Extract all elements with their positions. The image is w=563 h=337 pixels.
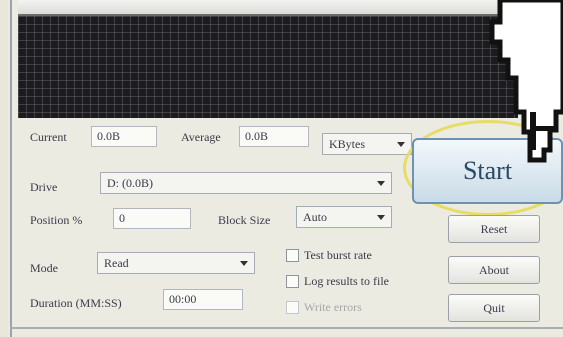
average-label: Average (181, 130, 221, 144)
chevron-down-icon (377, 215, 385, 220)
mode-select-value: Read (104, 256, 129, 270)
duration-label: Duration (MM:SS) (30, 296, 122, 310)
drive-label: Drive (30, 180, 58, 194)
block-size-label: Block Size (218, 213, 271, 227)
average-value-field: 0.0B (239, 126, 309, 147)
reset-button[interactable]: Reset (448, 215, 540, 243)
quit-button[interactable]: Quit (448, 294, 540, 322)
log-results-label: Log results to file (304, 274, 389, 288)
position-input[interactable]: 0 (113, 208, 191, 229)
test-burst-checkbox[interactable] (286, 249, 299, 262)
window-left-border (10, 0, 12, 337)
drive-select-value: D: (0.0B) (107, 176, 153, 190)
write-errors-checkbox[interactable] (286, 301, 299, 314)
chevron-down-icon (240, 261, 248, 266)
chevron-down-icon (397, 142, 405, 147)
unit-select[interactable]: KBytes (322, 133, 412, 155)
drive-select[interactable]: D: (0.0B) (100, 172, 392, 194)
log-results-checkbox[interactable] (286, 275, 299, 288)
current-label: Current (30, 130, 67, 144)
mode-select[interactable]: Read (97, 252, 255, 274)
chevron-down-icon (377, 181, 385, 186)
current-value-field: 0.0B (91, 126, 157, 147)
about-button[interactable]: About (448, 256, 540, 284)
block-size-select-value: Auto (303, 210, 327, 224)
pointer-cursor-icon (489, 0, 563, 163)
block-size-select[interactable]: Auto (296, 206, 392, 228)
unit-select-value: KBytes (329, 137, 365, 151)
window-bottom-border (10, 327, 563, 329)
mode-label: Mode (30, 261, 58, 275)
write-errors-label: Write errors (304, 300, 362, 314)
test-burst-label: Test burst rate (304, 248, 372, 262)
transfer-rate-graph (18, 14, 518, 118)
position-label: Position % (30, 213, 83, 227)
duration-input[interactable]: 00:00 (163, 289, 243, 310)
